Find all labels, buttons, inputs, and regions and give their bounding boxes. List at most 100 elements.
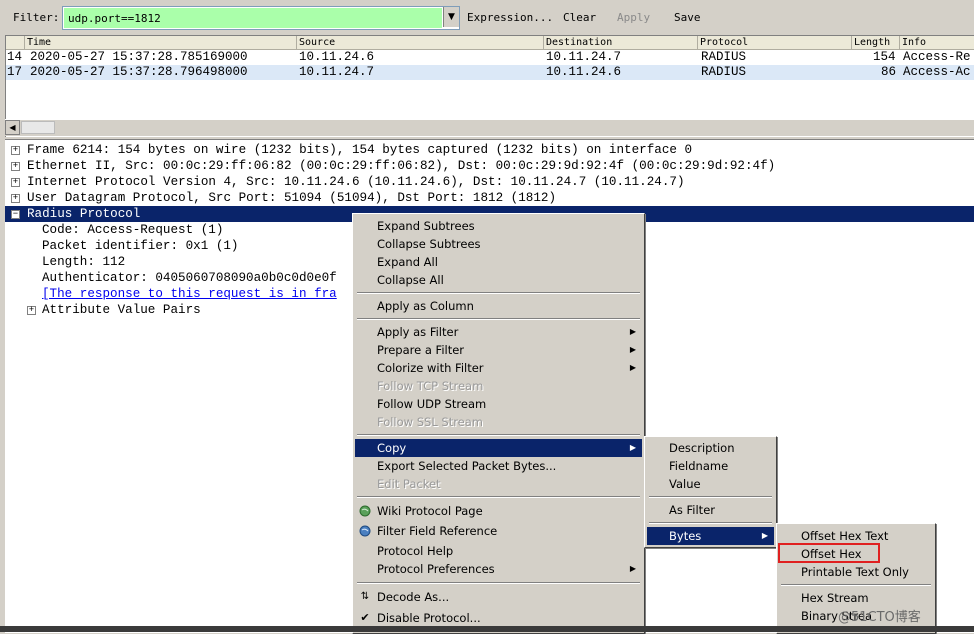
globe-icon <box>359 525 371 537</box>
menu-item-wiki-protocol-page[interactable]: Wiki Protocol Page <box>355 502 642 520</box>
menu-item-colorize-with-filter[interactable]: Colorize with Filter ▶ <box>355 359 642 377</box>
submenu-arrow-icon: ▶ <box>629 363 636 372</box>
menu-item-follow-udp-stream[interactable]: Follow UDP Stream <box>355 395 642 413</box>
save-button[interactable]: Save <box>674 11 701 24</box>
filter-label: Filter: <box>13 11 60 24</box>
packet-source: 10.11.24.6 <box>299 50 375 64</box>
expand-icon[interactable]: + <box>11 178 20 187</box>
highlight-box <box>778 543 880 563</box>
apply-button[interactable]: Apply <box>617 11 650 24</box>
taskbar-strip <box>0 626 974 632</box>
tree-item-label: Attribute Value Pairs <box>42 303 201 317</box>
menu-separator <box>357 496 640 498</box>
filter-toolbar: Filter: ▼ Expression... Clear Apply Save <box>0 0 974 36</box>
packet-protocol: RADIUS <box>701 65 747 79</box>
submenu-arrow-icon: ▶ <box>629 443 636 452</box>
menu-item-decode-as[interactable]: ⇅ Decode As... <box>355 588 642 606</box>
expand-icon[interactable]: + <box>11 146 20 155</box>
filter-dropdown-button[interactable]: ▼ <box>443 7 459 27</box>
packet-list-hscrollbar[interactable]: ◀ <box>5 119 974 136</box>
tree-item-label: Ethernet II, Src: 00:0c:29:ff:06:82 (00:… <box>27 159 776 173</box>
copy-submenu: Description Fieldname Value As Filter By… <box>644 436 777 548</box>
menu-item-description[interactable]: Description <box>647 439 774 457</box>
response-link[interactable]: [The response to this request is in fra <box>42 286 337 302</box>
packet-list-header: Time Source Destination Protocol Length … <box>6 36 974 50</box>
tree-item-ethernet[interactable]: + Ethernet II, Src: 00:0c:29:ff:06:82 (0… <box>5 158 974 174</box>
menu-item-fieldname[interactable]: Fieldname <box>647 457 774 475</box>
expand-icon[interactable]: + <box>11 194 20 203</box>
menu-item-edit-packet[interactable]: Edit Packet <box>355 475 642 493</box>
menu-item-label: Disable Protocol... <box>377 611 481 625</box>
menu-item-label: Decode As... <box>377 590 450 604</box>
packet-row[interactable]: 14 2020-05-27 15:37:28.785169000 10.11.2… <box>6 50 974 65</box>
menu-item-protocol-preferences[interactable]: Protocol Preferences ▶ <box>355 560 642 578</box>
context-menu: Expand Subtrees Collapse Subtrees Expand… <box>352 213 645 634</box>
decode-icon: ⇅ <box>360 591 370 602</box>
expand-icon[interactable]: + <box>27 306 36 315</box>
submenu-arrow-icon: ▶ <box>629 345 636 354</box>
column-header-time[interactable]: Time <box>24 36 296 49</box>
column-header-length[interactable]: Length <box>851 36 899 49</box>
menu-item-follow-ssl-stream[interactable]: Follow SSL Stream <box>355 413 642 431</box>
menu-separator <box>357 292 640 294</box>
menu-item-copy[interactable]: Copy ▶ <box>355 439 642 457</box>
menu-separator <box>357 582 640 584</box>
scroll-left-icon[interactable]: ◀ <box>5 120 20 135</box>
menu-item-label: Copy <box>377 441 407 455</box>
collapse-icon[interactable]: − <box>11 210 20 219</box>
menu-item-protocol-help[interactable]: Protocol Help <box>355 542 642 560</box>
tree-item-label: Authenticator: 0405060708090a0b0c0d0e0f <box>42 271 337 285</box>
tree-item-udp[interactable]: + User Datagram Protocol, Src Port: 5109… <box>5 190 974 206</box>
menu-item-label: Prepare a Filter <box>377 343 465 357</box>
menu-item-hex-stream[interactable]: Hex Stream <box>779 589 933 607</box>
expression-button[interactable]: Expression... <box>467 11 553 24</box>
menu-item-label: Filter Field Reference <box>377 524 498 538</box>
menu-item-apply-as-filter[interactable]: Apply as Filter ▶ <box>355 323 642 341</box>
menu-item-follow-tcp-stream[interactable]: Follow TCP Stream <box>355 377 642 395</box>
menu-item-collapse-all[interactable]: Collapse All <box>355 271 642 289</box>
menu-item-printable-text-only[interactable]: Printable Text Only <box>779 563 933 581</box>
column-header-destination[interactable]: Destination <box>543 36 697 49</box>
menu-item-label: Apply as Filter <box>377 325 459 339</box>
expand-icon[interactable]: + <box>11 162 20 171</box>
submenu-arrow-icon: ▶ <box>629 564 636 573</box>
menu-item-apply-as-column[interactable]: Apply as Column <box>355 297 642 315</box>
menu-item-as-filter[interactable]: As Filter <box>647 501 774 519</box>
menu-item-prepare-a-filter[interactable]: Prepare a Filter ▶ <box>355 341 642 359</box>
tree-item-label: Radius Protocol <box>27 207 141 221</box>
filter-input[interactable] <box>64 8 442 28</box>
packet-row[interactable]: 17 2020-05-27 15:37:28.796498000 10.11.2… <box>6 65 974 80</box>
packet-destination: 10.11.24.6 <box>546 65 622 79</box>
packet-source: 10.11.24.7 <box>299 65 375 79</box>
packet-destination: 10.11.24.7 <box>546 50 622 64</box>
tree-item-ipv4[interactable]: + Internet Protocol Version 4, Src: 10.1… <box>5 174 974 190</box>
column-header-info[interactable]: Info <box>899 36 974 49</box>
packet-time: 2020-05-27 15:37:28.785169000 <box>30 50 248 64</box>
menu-item-disable-protocol[interactable]: ✔ Disable Protocol... <box>355 609 642 627</box>
tree-item-frame[interactable]: + Frame 6214: 154 bytes on wire (1232 bi… <box>5 142 974 158</box>
menu-separator <box>357 434 640 436</box>
menu-item-label: Wiki Protocol Page <box>377 504 483 518</box>
menu-item-collapse-subtrees[interactable]: Collapse Subtrees <box>355 235 642 253</box>
menu-item-expand-subtrees[interactable]: Expand Subtrees <box>355 217 642 235</box>
menu-item-expand-all[interactable]: Expand All <box>355 253 642 271</box>
tree-item-label: Code: Access-Request (1) <box>42 223 224 237</box>
filter-combobox[interactable]: ▼ <box>62 6 460 30</box>
packet-info: Access-Re <box>903 50 971 64</box>
menu-item-label: Bytes <box>669 529 702 543</box>
packet-no: 14 <box>7 50 23 64</box>
scroll-thumb[interactable] <box>21 121 55 134</box>
menu-item-export-selected-packet-bytes[interactable]: Export Selected Packet Bytes... <box>355 457 642 475</box>
checkmark-icon: ✔ <box>360 611 370 624</box>
clear-button[interactable]: Clear <box>563 11 596 24</box>
globe-icon <box>359 505 371 517</box>
column-header-protocol[interactable]: Protocol <box>697 36 851 49</box>
tree-item-label: Internet Protocol Version 4, Src: 10.11.… <box>27 175 685 189</box>
menu-separator <box>649 522 772 524</box>
menu-item-bytes[interactable]: Bytes ▶ <box>647 527 774 545</box>
menu-item-filter-field-reference[interactable]: Filter Field Reference <box>355 522 642 540</box>
column-header-source[interactable]: Source <box>296 36 543 49</box>
watermark: @51CTO博客 <box>838 610 921 625</box>
submenu-arrow-icon: ▶ <box>761 531 768 540</box>
menu-item-value[interactable]: Value <box>647 475 774 493</box>
